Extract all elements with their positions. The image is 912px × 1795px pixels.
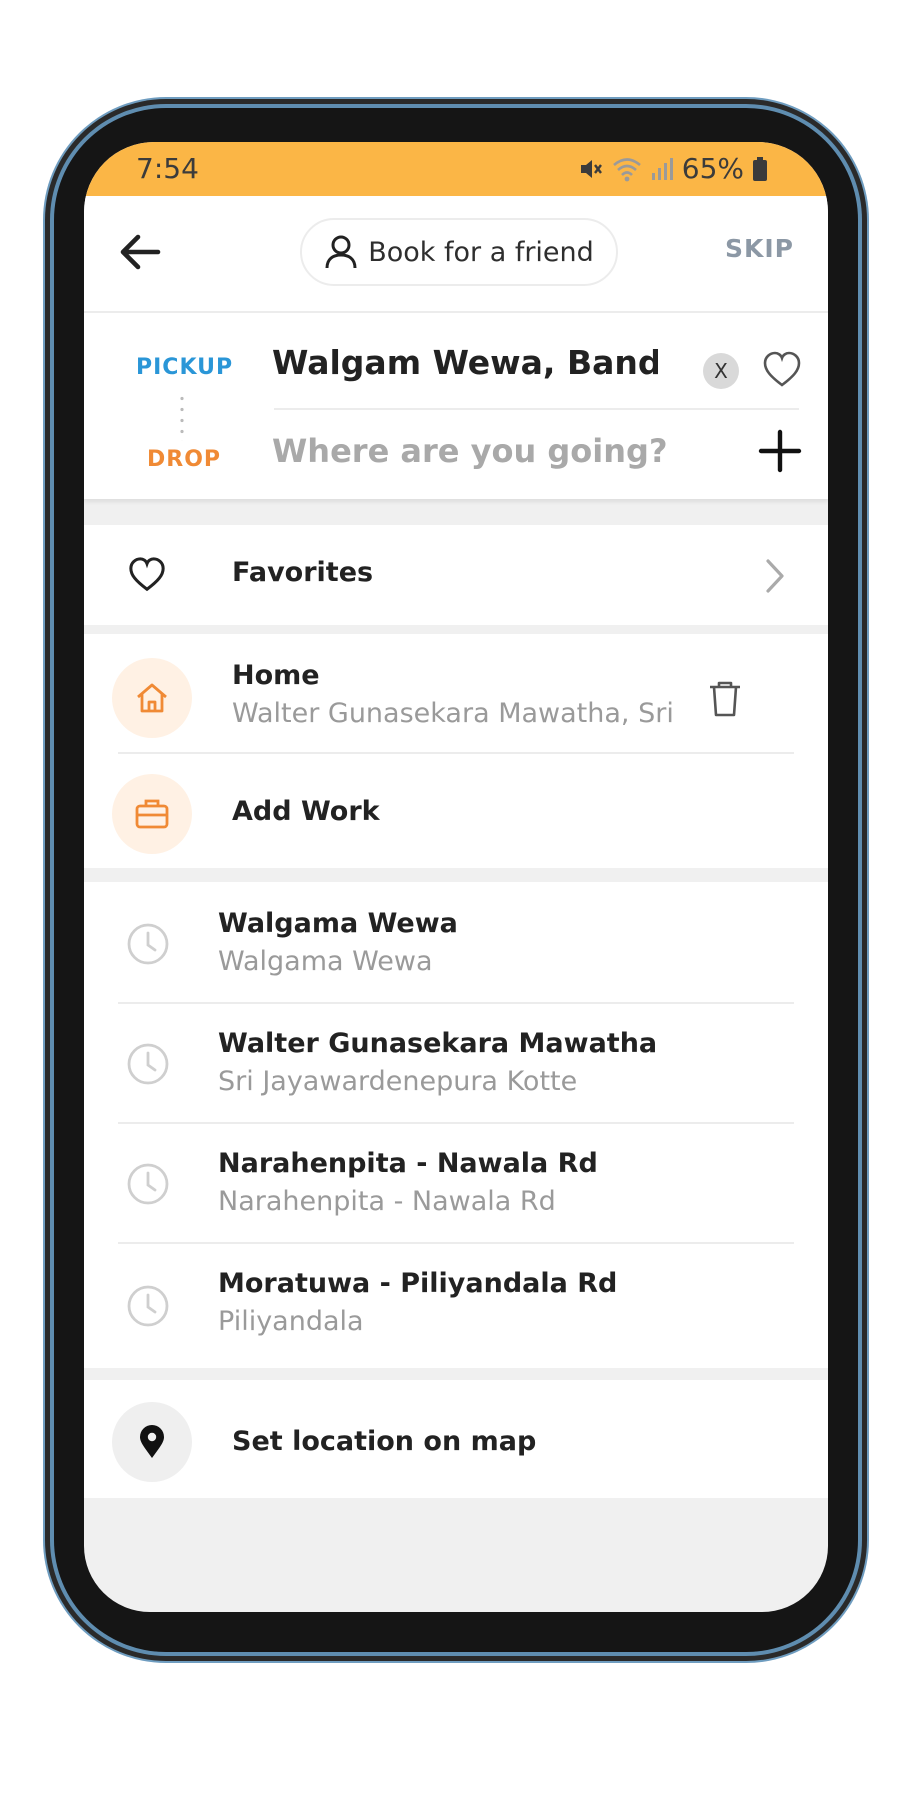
heart-icon xyxy=(129,557,165,592)
recent-subtitle: Narahenpita - Nawala Rd xyxy=(218,1186,556,1217)
saved-places: Home Walter Gunasekara Mawatha, Sri Add … xyxy=(84,634,828,868)
drop-label: DROP xyxy=(147,447,222,472)
briefcase-icon xyxy=(135,799,169,829)
status-bar: 7:54 65% xyxy=(84,142,828,196)
home-icon-circle xyxy=(112,658,192,738)
home-title: Home xyxy=(232,660,320,691)
status-icons: 65% xyxy=(578,152,768,185)
recent-title: Narahenpita - Nawala Rd xyxy=(218,1148,598,1179)
list-item[interactable]: Narahenpita - Nawala Rd Narahenpita - Na… xyxy=(84,1124,828,1242)
recent-subtitle: Walgama Wewa xyxy=(218,946,433,977)
clock-icon xyxy=(127,1163,169,1205)
home-icon xyxy=(137,683,167,713)
pickup-field[interactable]: Walgam Wewa, Bandaragama xyxy=(272,343,658,382)
book-for-friend-label: Book for a friend xyxy=(368,236,594,268)
favorites-row[interactable]: Favorites xyxy=(84,525,828,625)
clock-icon xyxy=(127,1043,169,1085)
app-screen: 7:54 65% Book for a friend SKIP PICKUP D… xyxy=(84,142,828,1612)
chevron-right-icon xyxy=(766,559,784,593)
signal-icon xyxy=(651,157,673,180)
home-address: Walter Gunasekara Mawatha, Sri xyxy=(232,698,672,729)
recent-title: Walgama Wewa xyxy=(218,908,458,939)
favorites-label: Favorites xyxy=(232,557,374,588)
clock-icon xyxy=(127,923,169,965)
add-work-label: Add Work xyxy=(232,796,380,827)
app-header: Book for a friend SKIP xyxy=(84,196,828,313)
clear-pickup-button[interactable]: X xyxy=(703,353,739,389)
person-icon xyxy=(325,235,357,269)
pin-icon-circle xyxy=(112,1402,192,1482)
recent-subtitle: Sri Jayawardenepura Kotte xyxy=(218,1066,578,1097)
recent-subtitle: Piliyandala xyxy=(218,1306,364,1337)
trash-icon[interactable] xyxy=(708,680,742,718)
home-row[interactable]: Home Walter Gunasekara Mawatha, Sri xyxy=(84,634,828,752)
back-arrow-icon[interactable] xyxy=(114,226,166,278)
list-item[interactable]: Moratuwa - Piliyandala Rd Piliyandala xyxy=(84,1244,828,1368)
recent-title: Walter Gunasekara Mawatha xyxy=(218,1028,658,1059)
book-for-friend-button[interactable]: Book for a friend xyxy=(300,218,618,286)
route-panel: PICKUP DROP Walgam Wewa, Bandaragama X xyxy=(84,313,828,499)
pickup-label: PICKUP xyxy=(136,355,234,380)
drop-input[interactable] xyxy=(272,425,712,477)
wifi-icon xyxy=(612,157,641,181)
battery-icon xyxy=(753,156,767,181)
list-item[interactable]: Walgama Wewa Walgama Wewa xyxy=(84,882,828,1002)
heart-icon[interactable] xyxy=(762,350,802,390)
skip-button[interactable]: SKIP xyxy=(725,234,794,263)
recent-list: Walgama Wewa Walgama Wewa Walter Gunasek… xyxy=(84,882,828,1368)
route-separator xyxy=(274,408,799,410)
route-dots xyxy=(180,393,184,441)
status-time: 7:54 xyxy=(136,152,199,185)
plus-icon[interactable] xyxy=(758,429,802,473)
list-item[interactable]: Walter Gunasekara Mawatha Sri Jayawarden… xyxy=(84,1004,828,1122)
battery-percent: 65% xyxy=(681,152,744,185)
mute-icon xyxy=(580,159,602,178)
add-work-row[interactable]: Add Work xyxy=(84,754,828,868)
work-icon-circle xyxy=(112,774,192,854)
clock-icon xyxy=(127,1285,169,1327)
set-location-row[interactable]: Set location on map xyxy=(84,1380,828,1498)
recent-title: Moratuwa - Piliyandala Rd xyxy=(218,1268,618,1299)
location-pin-icon xyxy=(140,1425,164,1458)
set-location-label: Set location on map xyxy=(232,1426,537,1457)
